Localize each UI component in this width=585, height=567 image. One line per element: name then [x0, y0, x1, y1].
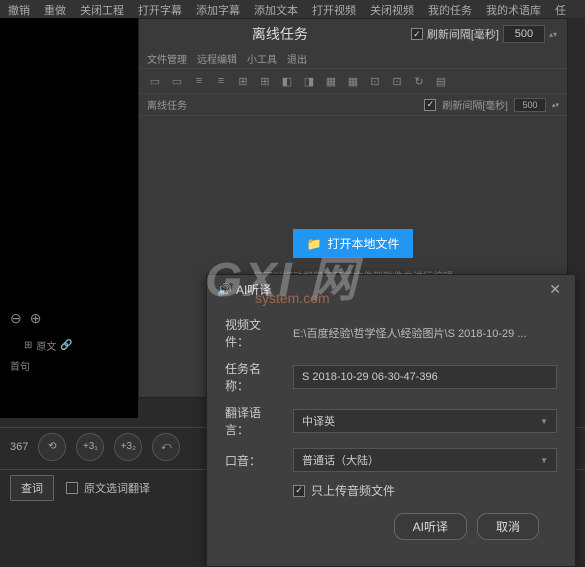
- cancel-button[interactable]: 取消: [477, 513, 539, 540]
- menu-undo[interactable]: 撤销: [8, 2, 30, 16]
- inner-refresh-label: 刷新间隔[毫秒]: [442, 97, 508, 112]
- tool-icon-9[interactable]: ▦: [323, 73, 339, 89]
- menu-open-video[interactable]: 打开视频: [312, 2, 356, 16]
- tool-icon-2[interactable]: ▭: [169, 73, 185, 89]
- video-file-path: E:\百度经验\哲学怪人\经验图片\S 2018-10-29 ...: [293, 325, 557, 341]
- zoom-in-icon[interactable]: ⊕: [30, 310, 42, 327]
- tab-tools[interactable]: 小工具: [247, 51, 277, 66]
- dialog-title: AI听译: [236, 281, 545, 298]
- translate-lang-value: 中译英: [302, 413, 335, 429]
- tool-icon-7[interactable]: ◧: [279, 73, 295, 89]
- tool-icon-8[interactable]: ◨: [301, 73, 317, 89]
- text-icon: ⊞: [24, 340, 32, 351]
- preview-controls: ⊖ ⊕: [10, 310, 41, 327]
- menu-more[interactable]: 任: [555, 2, 566, 16]
- folder-icon: 📁: [307, 237, 322, 251]
- translate-selection-option[interactable]: 原文选词翻译: [66, 480, 150, 496]
- video-file-label: 视频文件：: [225, 316, 283, 350]
- open-file-label: 打开本地文件: [327, 235, 399, 252]
- loop-button[interactable]: ⤺: [152, 433, 180, 461]
- sub-tabs: 文件管理 远程编辑 小工具 退出: [139, 49, 567, 69]
- tool-icon-4[interactable]: ≡: [213, 73, 229, 89]
- tab-file-manage[interactable]: 文件管理: [147, 51, 187, 66]
- inner-stepper-icon[interactable]: ▴▾: [552, 101, 559, 109]
- translate-checkbox[interactable]: [66, 482, 78, 494]
- query-word-button[interactable]: 查词: [10, 475, 54, 501]
- menu-open-subtitle[interactable]: 打开字幕: [138, 2, 182, 16]
- translate-lang-label: 翻译语言：: [225, 404, 283, 438]
- refresh-interval-input[interactable]: [503, 25, 545, 43]
- menu-add-subtitle[interactable]: 添加字幕: [196, 2, 240, 16]
- menu-my-tasks[interactable]: 我的任务: [428, 2, 472, 16]
- zoom-out-icon[interactable]: ⊖: [10, 310, 22, 327]
- accent-value: 普通话（大陆）: [302, 452, 379, 468]
- close-icon[interactable]: ✕: [545, 281, 565, 298]
- translate-lang-select[interactable]: 中译英 ▼: [293, 409, 557, 433]
- accent-select[interactable]: 普通话（大陆） ▼: [293, 448, 557, 472]
- chevron-down-icon: ▼: [540, 456, 548, 465]
- menu-add-text[interactable]: 添加文本: [254, 2, 298, 16]
- top-menu: 撤销 重做 关闭工程 打开字幕 添加字幕 添加文本 打开视频 关闭视频 我的任务…: [0, 0, 585, 18]
- menu-redo[interactable]: 重做: [44, 2, 66, 16]
- open-local-file-button[interactable]: 📁 打开本地文件: [293, 229, 414, 258]
- chevron-down-icon: ▼: [540, 417, 548, 426]
- plus3-button-1[interactable]: +3₁: [76, 433, 104, 461]
- ai-translate-dialog: 🔊 AI听译 ✕ 视频文件： E:\百度经验\哲学怪人\经验图片\S 2018-…: [206, 274, 576, 567]
- tab-exit[interactable]: 退出: [287, 51, 307, 66]
- tool-icon-3[interactable]: ≡: [191, 73, 207, 89]
- tool-icon-12[interactable]: ⊡: [389, 73, 405, 89]
- window-title: 离线任务: [149, 24, 411, 44]
- plus3-button-2[interactable]: +3₂: [114, 433, 142, 461]
- rewind-button[interactable]: ⟲: [38, 433, 66, 461]
- source-text-label: ⊞ 原文 🔗: [24, 338, 73, 353]
- tool-icon-10[interactable]: ▦: [345, 73, 361, 89]
- source-text-value: 原文: [36, 338, 56, 353]
- time-display: 367: [10, 441, 28, 453]
- tool-icon-11[interactable]: ⊡: [367, 73, 383, 89]
- task-name-input[interactable]: [293, 365, 557, 389]
- link-icon: 🔗: [60, 340, 72, 351]
- tool-icon-6[interactable]: ⊞: [257, 73, 273, 89]
- stepper-icon[interactable]: ▴▾: [549, 30, 557, 39]
- tab-remote-edit[interactable]: 远程编辑: [197, 51, 237, 66]
- menu-close-project[interactable]: 关闭工程: [80, 2, 124, 16]
- translate-checkbox-label: 原文选词翻译: [84, 480, 150, 496]
- task-name-label: 任务名称：: [225, 360, 283, 394]
- tool-icon-1[interactable]: ▭: [147, 73, 163, 89]
- tool-icon-13[interactable]: ↻: [411, 73, 427, 89]
- refresh-checkbox[interactable]: [411, 28, 423, 40]
- refresh-label: 刷新间隔[毫秒]: [427, 26, 499, 42]
- inner-refresh-checkbox[interactable]: [424, 99, 436, 111]
- audio-only-checkbox[interactable]: [293, 485, 305, 497]
- dialog-icon: 🔊: [217, 283, 232, 297]
- menu-my-terms[interactable]: 我的术语库: [486, 2, 541, 16]
- menu-close-video[interactable]: 关闭视频: [370, 2, 414, 16]
- ai-translate-button[interactable]: AI听译: [394, 513, 467, 540]
- audio-only-label: 只上传音频文件: [311, 482, 395, 499]
- tool-icon-14[interactable]: ▤: [433, 73, 449, 89]
- inner-refresh-input[interactable]: [514, 98, 546, 112]
- toolbar: ▭ ▭ ≡ ≡ ⊞ ⊞ ◧ ◨ ▦ ▦ ⊡ ⊡ ↻ ▤: [139, 69, 567, 94]
- first-line-label: 首句: [10, 358, 30, 373]
- inner-title: 离线任务: [147, 97, 187, 112]
- tool-icon-5[interactable]: ⊞: [235, 73, 251, 89]
- accent-label: 口音：: [225, 452, 283, 469]
